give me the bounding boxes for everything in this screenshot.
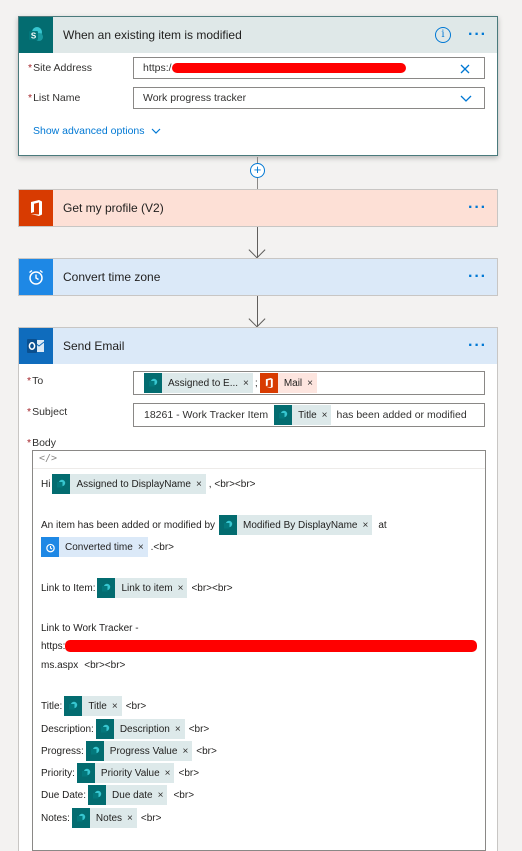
remove-token-icon[interactable]: × bbox=[196, 479, 202, 490]
convert-time-header: Convert time zone ··· bbox=[19, 259, 497, 295]
sharepoint-icon bbox=[64, 696, 83, 716]
sharepoint-icon bbox=[274, 405, 293, 425]
remove-token-icon[interactable]: × bbox=[363, 520, 369, 531]
body-line-link-item: Link to Item: Link to item × <br><br> bbox=[41, 578, 235, 598]
site-address-input[interactable]: https:/ bbox=[133, 57, 485, 79]
convert-time-title: Convert time zone bbox=[63, 270, 161, 284]
body-line-description: Description: Description × <br> bbox=[41, 719, 211, 739]
remove-token-icon[interactable]: × bbox=[182, 746, 188, 757]
trigger-header[interactable]: S When an existing item is modified i ··… bbox=[19, 17, 497, 53]
sharepoint-icon: S bbox=[19, 17, 53, 53]
body-line-link-tracker: Link to Work Tracker - bbox=[41, 623, 139, 634]
remove-token-icon[interactable]: × bbox=[158, 790, 164, 801]
get-profile-header: Get my profile (V2) ··· bbox=[19, 190, 497, 226]
remove-token-icon[interactable]: × bbox=[138, 542, 144, 553]
token-link-to-item[interactable]: Link to item × bbox=[97, 578, 188, 598]
sharepoint-icon bbox=[71, 808, 90, 828]
body-editor[interactable]: </> Hi Assigned to DisplayName × , <br><… bbox=[32, 450, 486, 851]
trigger-title: When an existing item is modified bbox=[63, 28, 242, 42]
subject-label: *Subject bbox=[27, 406, 68, 418]
body-label: *Body bbox=[27, 437, 57, 449]
get-profile-title: Get my profile (V2) bbox=[63, 201, 164, 215]
chevron-down-icon bbox=[460, 95, 472, 102]
remove-token-icon[interactable]: × bbox=[175, 724, 181, 735]
remove-token-icon[interactable]: × bbox=[127, 813, 133, 824]
convert-time-zone-card[interactable]: Convert time zone ··· bbox=[18, 258, 498, 296]
to-label: *To bbox=[27, 375, 44, 387]
more-options-icon[interactable]: ··· bbox=[468, 269, 487, 285]
token-priority-value[interactable]: Priority Value × bbox=[76, 763, 175, 783]
body-line-title: Title: Title × <br> bbox=[41, 696, 148, 716]
body-line-modified-by: An item has been added or modified by Mo… bbox=[41, 515, 389, 535]
chevron-down-icon bbox=[151, 128, 160, 134]
more-options-icon[interactable]: ··· bbox=[468, 338, 487, 354]
body-line-progress: Progress: Progress Value × <br> bbox=[41, 741, 219, 761]
info-icon[interactable]: i bbox=[435, 27, 451, 43]
token-due-date[interactable]: Due date × bbox=[88, 785, 168, 805]
office365-icon bbox=[19, 190, 53, 226]
body-line-notes: Notes: Notes × <br> bbox=[41, 808, 163, 828]
send-email-header[interactable]: Send Email ··· bbox=[19, 328, 497, 364]
arrow-down-icon bbox=[248, 310, 266, 328]
list-name-dropdown[interactable]: Work progress tracker bbox=[133, 87, 485, 109]
code-view-toggle[interactable]: </> bbox=[33, 451, 485, 469]
sharepoint-icon bbox=[85, 741, 104, 761]
sharepoint-icon bbox=[52, 474, 71, 494]
sharepoint-icon bbox=[95, 719, 114, 739]
to-input[interactable]: Assigned to E... × ; Mail × bbox=[133, 371, 485, 395]
sharepoint-icon bbox=[97, 578, 116, 598]
trigger-card: S When an existing item is modified i ··… bbox=[18, 16, 498, 156]
alarm-clock-icon bbox=[41, 537, 59, 557]
body-line-tracker-url: https: bbox=[41, 641, 66, 652]
remove-token-icon[interactable]: × bbox=[322, 410, 328, 421]
send-email-title: Send Email bbox=[63, 339, 125, 353]
add-step-button[interactable]: + bbox=[250, 163, 265, 178]
sharepoint-icon bbox=[144, 373, 162, 393]
outlook-icon bbox=[19, 328, 53, 364]
token-assigned-to-email[interactable]: Assigned to E... × bbox=[144, 373, 253, 393]
remove-token-icon[interactable]: × bbox=[165, 768, 171, 779]
token-converted-time[interactable]: Converted time × bbox=[41, 537, 148, 557]
token-title[interactable]: Title × bbox=[64, 696, 122, 716]
sharepoint-icon bbox=[76, 763, 95, 783]
more-options-icon[interactable]: ··· bbox=[468, 27, 487, 43]
svg-text:S: S bbox=[31, 32, 37, 41]
redaction-mark bbox=[172, 63, 406, 73]
list-name-label: *List Name bbox=[28, 92, 81, 104]
recipient-separator: ; bbox=[254, 377, 258, 389]
remove-token-icon[interactable]: × bbox=[178, 583, 184, 594]
token-description[interactable]: Description × bbox=[95, 719, 185, 739]
sharepoint-icon bbox=[88, 785, 107, 805]
token-progress-value[interactable]: Progress Value × bbox=[85, 741, 193, 761]
body-line-due-date: Due Date: Due date × <br> bbox=[41, 785, 196, 805]
more-options-icon[interactable]: ··· bbox=[468, 200, 487, 216]
office365-icon bbox=[259, 373, 278, 393]
sharepoint-icon bbox=[219, 515, 237, 535]
body-line-tracker-url-end: ms.aspx <br><br> bbox=[41, 660, 126, 671]
alarm-clock-icon bbox=[19, 259, 53, 295]
token-assigned-display-name[interactable]: Assigned to DisplayName × bbox=[52, 474, 206, 494]
body-line-converted-time: Converted time × .<br> bbox=[41, 537, 176, 557]
token-notes[interactable]: Notes × bbox=[71, 808, 137, 828]
body-line-greeting: Hi Assigned to DisplayName × , <br><br> bbox=[41, 474, 258, 494]
token-modified-by-display-name[interactable]: Modified By DisplayName × bbox=[219, 515, 373, 535]
code-view-icon[interactable]: </> bbox=[39, 453, 57, 464]
arrow-down-icon bbox=[248, 241, 266, 259]
subject-input[interactable]: 18261 - Work Tracker Item Title × has be… bbox=[133, 403, 485, 427]
remove-token-icon[interactable]: × bbox=[112, 701, 118, 712]
token-title[interactable]: Title × bbox=[274, 405, 332, 425]
get-profile-card[interactable]: Get my profile (V2) ··· bbox=[18, 189, 498, 227]
body-line-priority: Priority: Priority Value × <br> bbox=[41, 763, 201, 783]
show-advanced-options[interactable]: Show advanced options bbox=[33, 125, 161, 137]
redaction-mark bbox=[65, 640, 477, 652]
clear-icon[interactable] bbox=[460, 64, 470, 74]
token-mail[interactable]: Mail × bbox=[259, 373, 317, 393]
remove-token-icon[interactable]: × bbox=[243, 378, 249, 389]
remove-token-icon[interactable]: × bbox=[307, 378, 313, 389]
site-address-label: *Site Address bbox=[28, 62, 93, 74]
